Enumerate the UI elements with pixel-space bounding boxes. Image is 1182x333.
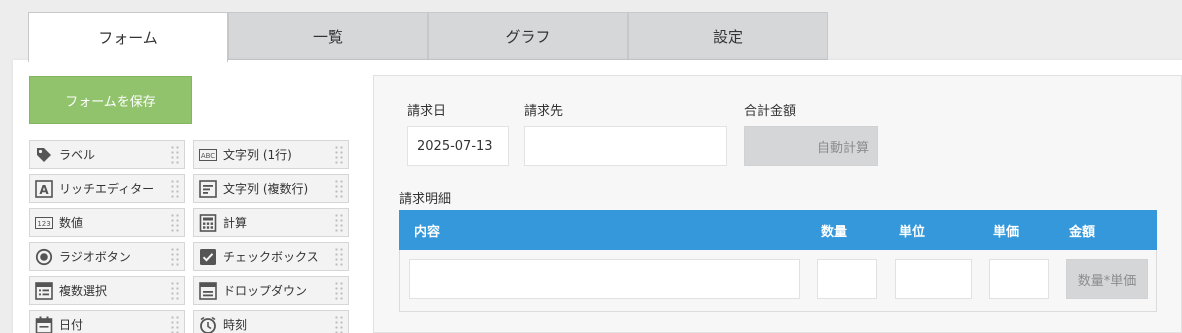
tab-bar: フォーム 一覧 グラフ 設定 <box>28 12 828 62</box>
palette-item-multi-line-text[interactable]: 文字列 (複数行) <box>193 174 349 203</box>
palette-item-calculation[interactable]: 計算 <box>193 208 349 237</box>
tab-graph-label: グラフ <box>505 27 551 46</box>
drag-handle-icon[interactable] <box>170 281 180 301</box>
table-row: 数量*単価 <box>399 250 1157 312</box>
client-label: 請求先 <box>524 104 564 119</box>
field-palette: ラベル ABC 文字列 (1行) A リッチエディター 文字列 (複数行) 12… <box>29 140 354 333</box>
palette-item-text: ラベル <box>59 148 96 162</box>
amount-calculated-cell: 数量*単価 <box>1066 259 1148 299</box>
palette-item-text: ドロップダウン <box>223 284 308 298</box>
tab-form-label: フォーム <box>98 29 158 47</box>
abc-text-icon: ABC <box>199 146 217 164</box>
palette-item-label[interactable]: ラベル <box>29 140 185 169</box>
palette-item-text: 計算 <box>223 216 248 230</box>
palette-item-text: 時刻 <box>223 318 248 332</box>
form-editor-panel: フォームを保存 ラベル ABC 文字列 (1行) A リッチエディター 文字列 … <box>13 60 1182 333</box>
dropdown-icon <box>199 281 217 300</box>
drag-handle-icon[interactable] <box>170 315 180 333</box>
palette-item-text: ラジオボタン <box>59 250 131 264</box>
invoice-date-label: 請求日 <box>407 104 447 119</box>
description-cell-input[interactable] <box>409 259 800 299</box>
unit-price-cell-input[interactable] <box>989 259 1049 299</box>
column-header-quantity: 数量 <box>821 224 848 240</box>
palette-item-text: 数値 <box>59 216 84 230</box>
tab-list-label: 一覧 <box>312 27 343 46</box>
column-header-unit-price: 単価 <box>993 224 1020 240</box>
palette-item-text: チェックボックス <box>223 250 319 264</box>
total-amount-calculated-field: 自動計算 <box>744 126 878 166</box>
drag-handle-icon[interactable] <box>170 179 180 199</box>
calendar-icon <box>35 316 53 333</box>
drag-handle-icon[interactable] <box>334 281 344 301</box>
multiline-text-icon <box>199 179 217 198</box>
palette-item-time[interactable]: 時刻 <box>193 310 349 333</box>
palette-item-text: 文字列 (1行) <box>223 148 292 162</box>
drag-handle-icon[interactable] <box>170 247 180 267</box>
drag-handle-icon[interactable] <box>170 213 180 233</box>
client-field[interactable] <box>524 126 727 166</box>
rich-editor-icon: A <box>35 179 53 198</box>
svg-text:A: A <box>39 183 49 197</box>
tag-icon <box>35 146 53 164</box>
invoice-date-field[interactable]: 2025-07-13 <box>407 126 509 166</box>
palette-item-single-line-text[interactable]: ABC 文字列 (1行) <box>193 140 349 169</box>
palette-item-text: 複数選択 <box>59 284 108 298</box>
form-layout-canvas: 請求日 2025-07-13 請求先 合計金額 自動計算 請求明細 内容 数量 … <box>373 75 1182 333</box>
palette-item-rich-editor[interactable]: A リッチエディター <box>29 174 185 203</box>
column-header-unit: 単位 <box>899 224 926 240</box>
tab-graph[interactable]: グラフ <box>428 12 628 60</box>
unit-cell-input[interactable] <box>895 259 972 299</box>
clock-icon <box>199 316 217 333</box>
svg-text:ABC: ABC <box>201 152 215 160</box>
svg-text:123: 123 <box>37 220 50 228</box>
radio-button-icon <box>35 248 53 266</box>
palette-item-number[interactable]: 123 数値 <box>29 208 185 237</box>
tab-settings[interactable]: 設定 <box>628 12 828 60</box>
drag-handle-icon[interactable] <box>334 315 344 333</box>
details-table-header: 内容 数量 単位 単価 金額 <box>399 210 1157 250</box>
drag-handle-icon[interactable] <box>334 213 344 233</box>
palette-item-text: 日付 <box>59 318 84 332</box>
calculator-icon <box>199 213 217 232</box>
palette-item-text: リッチエディター <box>59 182 155 196</box>
palette-item-radio-button[interactable]: ラジオボタン <box>29 242 185 271</box>
palette-item-checkbox[interactable]: チェックボックス <box>193 242 349 271</box>
palette-item-text: 文字列 (複数行) <box>223 182 309 196</box>
tab-list[interactable]: 一覧 <box>228 12 428 60</box>
multi-select-icon <box>35 281 53 300</box>
invoice-details-title: 請求明細 <box>399 192 452 207</box>
drag-handle-icon[interactable] <box>334 145 344 165</box>
palette-item-date[interactable]: 日付 <box>29 310 185 333</box>
drag-handle-icon[interactable] <box>334 179 344 199</box>
palette-item-dropdown[interactable]: ドロップダウン <box>193 276 349 305</box>
column-header-amount: 金額 <box>1069 224 1096 240</box>
drag-handle-icon[interactable] <box>334 247 344 267</box>
tab-settings-label: 設定 <box>712 27 743 46</box>
save-form-button[interactable]: フォームを保存 <box>29 76 192 124</box>
number-icon: 123 <box>35 214 53 232</box>
checkbox-icon <box>199 248 217 266</box>
quantity-cell-input[interactable] <box>817 259 877 299</box>
column-header-description: 内容 <box>414 224 441 240</box>
palette-item-multi-select[interactable]: 複数選択 <box>29 276 185 305</box>
total-amount-label: 合計金額 <box>744 104 797 119</box>
drag-handle-icon[interactable] <box>170 145 180 165</box>
tab-form[interactable]: フォーム <box>28 12 228 62</box>
